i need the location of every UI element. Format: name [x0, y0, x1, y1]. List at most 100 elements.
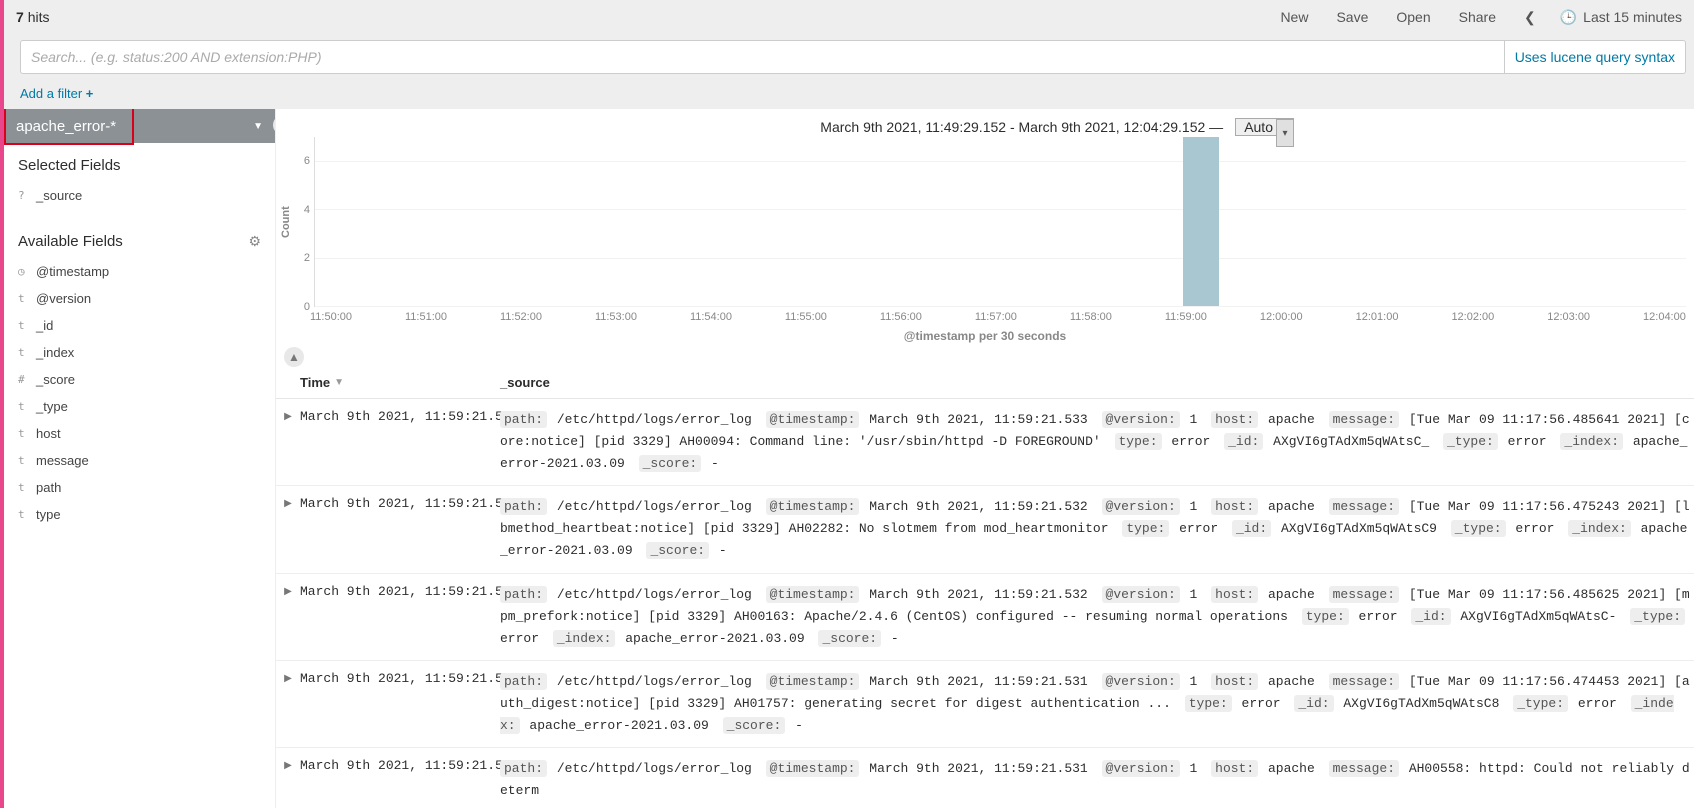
kv-key: _score:	[646, 542, 709, 559]
lucene-syntax-link[interactable]: Uses lucene query syntax	[1505, 40, 1686, 74]
kv-key: path:	[500, 586, 547, 603]
time-range-text: March 9th 2021, 11:49:29.152 - March 9th…	[820, 119, 1223, 135]
kv-key: path:	[500, 498, 547, 515]
field-type-icon: t	[18, 427, 36, 440]
kv-value: error	[500, 631, 547, 646]
field-name: path	[36, 480, 61, 495]
x-tick: 11:59:00	[1165, 311, 1207, 323]
kv-value: error	[1500, 434, 1555, 449]
chart-x-label: @timestamp per 30 seconds	[276, 329, 1694, 343]
field-item[interactable]: t_index	[4, 339, 275, 366]
x-tick: 11:57:00	[975, 311, 1017, 323]
field-item[interactable]: ◷@timestamp	[4, 258, 275, 285]
expand-row-button[interactable]: ▶	[276, 671, 300, 737]
gear-icon[interactable]: ⚙	[248, 233, 261, 250]
field-name: message	[36, 453, 89, 468]
kv-key: message:	[1329, 411, 1399, 428]
field-item[interactable]: t_type	[4, 393, 275, 420]
kv-value: March 9th 2021, 11:59:21.531	[861, 761, 1095, 776]
row-source: path: /etc/httpd/logs/error_log @timesta…	[500, 758, 1694, 802]
kv-value: error	[1570, 696, 1625, 711]
index-pattern-selector-wrap: apache_error-* ▼ ❮	[4, 109, 275, 143]
histogram-bar[interactable]	[1183, 137, 1219, 306]
expand-row-button[interactable]: ▶	[276, 496, 300, 562]
selected-fields-list: ?_source	[4, 182, 275, 219]
kv-value: March 9th 2021, 11:59:21.532	[861, 499, 1095, 514]
row-time: March 9th 2021, 11:59:21.532	[300, 496, 500, 562]
kv-key: _index:	[1568, 520, 1631, 537]
index-pattern-selector[interactable]: apache_error-* ▼	[4, 109, 275, 143]
kv-value: 1	[1182, 674, 1205, 689]
kv-key: path:	[500, 673, 547, 690]
kv-value: error	[1171, 521, 1226, 536]
kv-value: /etc/httpd/logs/error_log	[549, 674, 760, 689]
field-name: @timestamp	[36, 264, 109, 279]
kv-key: host:	[1211, 586, 1258, 603]
field-item[interactable]: thost	[4, 420, 275, 447]
kv-value: apache_error-2021.03.09	[617, 631, 812, 646]
kv-value: apache_error-2021.03.09	[522, 718, 717, 733]
field-name: @version	[36, 291, 91, 306]
expand-row-button[interactable]: ▶	[276, 584, 300, 650]
kv-key: _index:	[1560, 433, 1623, 450]
chart-plot-area[interactable]	[314, 137, 1686, 307]
expand-row-button[interactable]: ▶	[276, 409, 300, 475]
kv-key: _id:	[1294, 695, 1333, 712]
field-item[interactable]: t_id	[4, 312, 275, 339]
kv-key: message:	[1329, 498, 1399, 515]
hit-count: 7 hits	[16, 9, 49, 25]
add-filter-button[interactable]: Add a filter +	[20, 86, 93, 101]
share-button[interactable]: Share	[1447, 0, 1508, 34]
kv-key: host:	[1211, 673, 1258, 690]
caret-right-icon: ▶	[284, 498, 292, 509]
save-button[interactable]: Save	[1324, 0, 1380, 34]
y-tick: 6	[304, 155, 310, 167]
kv-value: /etc/httpd/logs/error_log	[549, 587, 760, 602]
kv-value: error	[1351, 609, 1406, 624]
table-row: ▶March 9th 2021, 11:59:21.531path: /etc/…	[276, 661, 1694, 748]
scroll-top-button[interactable]: ▲	[284, 347, 304, 367]
plus-icon: +	[86, 86, 94, 101]
kv-key: _score:	[639, 455, 702, 472]
kv-key: type:	[1115, 433, 1162, 450]
kv-value: -	[787, 718, 803, 733]
field-item[interactable]: ttype	[4, 501, 275, 528]
clock-icon: 🕒	[1560, 9, 1577, 26]
kv-value: 1	[1182, 412, 1205, 427]
field-item[interactable]: tpath	[4, 474, 275, 501]
kv-key: type:	[1185, 695, 1232, 712]
field-type-icon: t	[18, 319, 36, 332]
documents-table: Time ▼ _source ▶March 9th 2021, 11:59:21…	[276, 367, 1694, 808]
field-item[interactable]: tmessage	[4, 447, 275, 474]
histogram-chart[interactable]: Count 0246	[276, 137, 1694, 307]
col-time-header[interactable]: Time ▼	[300, 375, 500, 390]
kv-key: _score:	[818, 630, 881, 647]
kv-value: /etc/httpd/logs/error_log	[549, 499, 760, 514]
new-button[interactable]: New	[1268, 0, 1320, 34]
kv-value: March 9th 2021, 11:59:21.533	[861, 412, 1095, 427]
time-back-button[interactable]: ❮	[1512, 0, 1548, 34]
search-input[interactable]	[20, 40, 1505, 74]
field-type-icon: ?	[18, 189, 36, 202]
kv-value: 1	[1182, 587, 1205, 602]
x-tick: 11:51:00	[405, 311, 447, 323]
field-item[interactable]: t@version	[4, 285, 275, 312]
kv-key: type:	[1302, 608, 1349, 625]
caret-right-icon: ▶	[284, 760, 292, 771]
open-button[interactable]: Open	[1384, 0, 1442, 34]
kv-key: @timestamp:	[766, 586, 860, 603]
selected-fields-title: Selected Fields	[4, 143, 275, 182]
kv-value: error	[1234, 696, 1289, 711]
interval-select-wrap: Auto ▾	[1235, 119, 1294, 135]
x-tick: 11:55:00	[785, 311, 827, 323]
kv-key: _id:	[1232, 520, 1271, 537]
kv-value: /etc/httpd/logs/error_log	[549, 761, 760, 776]
col-source-header[interactable]: _source	[500, 375, 550, 390]
kv-key: _type:	[1451, 520, 1506, 537]
x-tick: 12:03:00	[1547, 311, 1590, 323]
field-item[interactable]: ?_source	[4, 182, 275, 209]
kv-key: @timestamp:	[766, 411, 860, 428]
time-range-picker[interactable]: 🕒 Last 15 minutes	[1552, 0, 1694, 34]
field-item[interactable]: #_score	[4, 366, 275, 393]
expand-row-button[interactable]: ▶	[276, 758, 300, 802]
